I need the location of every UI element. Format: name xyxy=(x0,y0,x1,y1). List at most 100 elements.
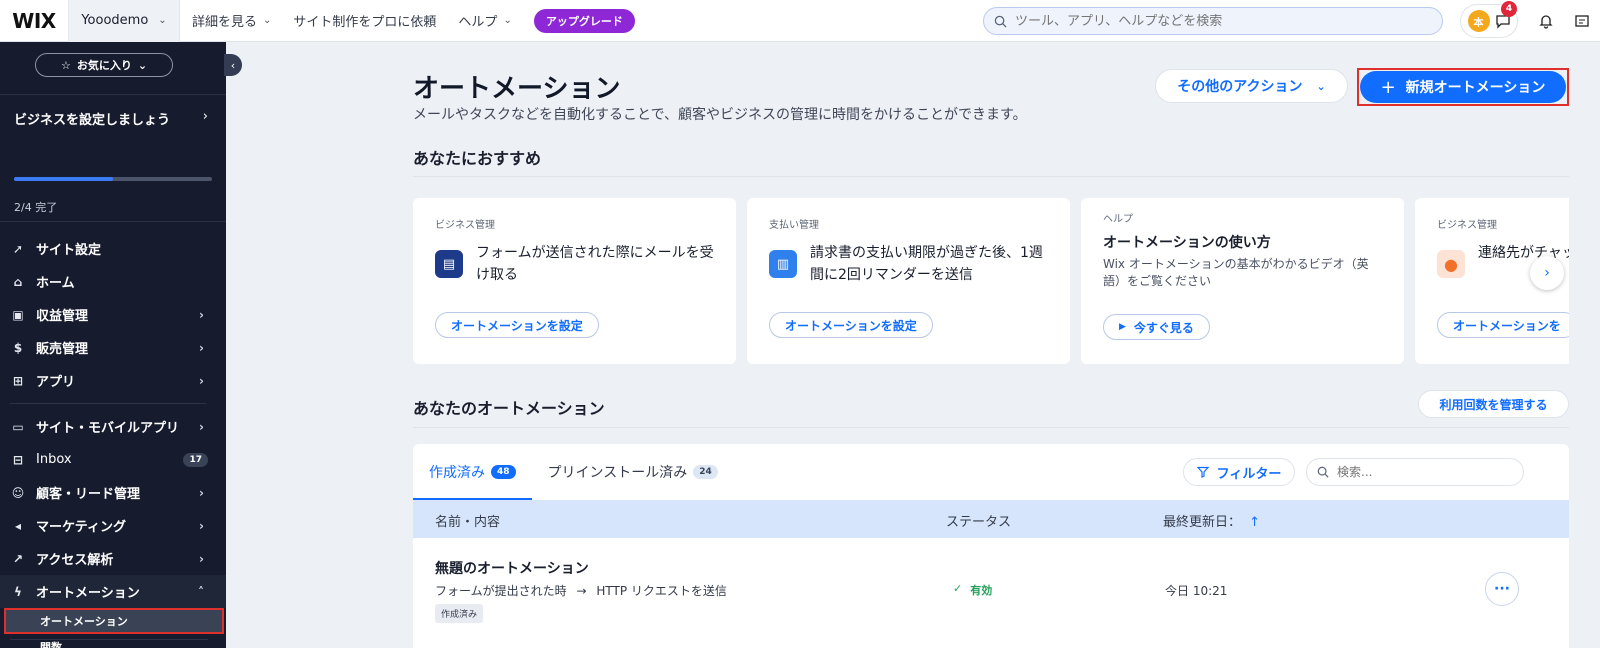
chevron-right-icon: › xyxy=(199,419,204,434)
sidebar-item-analytics[interactable]: ↗ アクセス解析 › xyxy=(0,542,226,575)
chevron-right-icon: › xyxy=(1544,265,1550,281)
bell-icon[interactable] xyxy=(1528,3,1564,39)
contacts-icon: ☺ xyxy=(11,485,25,500)
sidebar-item-contacts[interactable]: ☺ 顧客・リード管理 › xyxy=(0,476,226,509)
table-search[interactable] xyxy=(1306,458,1524,486)
new-automation-highlight: + 新規オートメーション xyxy=(1357,68,1569,106)
filter-label: フィルター xyxy=(1216,466,1282,482)
section-divider xyxy=(413,176,1569,177)
rocket-icon: ➚ xyxy=(12,241,24,256)
setup-automation-button[interactable]: オートメーションを設定 xyxy=(435,312,599,338)
card-category: ビジネス管理 xyxy=(435,220,495,231)
plus-icon: + xyxy=(1380,76,1396,98)
sidebar-subitem-automations[interactable]: オートメーション xyxy=(4,608,224,634)
chevron-right-icon: › xyxy=(199,485,204,500)
sidebar-divider xyxy=(10,639,208,640)
watch-now-label: 今すぐ見る xyxy=(1133,320,1194,335)
tab-preinstalled[interactable]: プリインストール済み 24 xyxy=(532,444,734,500)
setup-automation-button[interactable]: オートメーションを設定 xyxy=(769,312,933,338)
column-header-name: 名前・内容 xyxy=(435,515,501,530)
setup-title: ビジネスを設定しましょう xyxy=(14,113,171,128)
automation-status: ✓ 有効 xyxy=(953,582,992,598)
more-actions-button[interactable]: ··· xyxy=(1485,572,1519,606)
chevron-right-icon: › xyxy=(199,551,204,566)
favorites-button[interactable]: ☆ お気に入り ⌄ xyxy=(35,53,173,77)
sort-ascending-icon: ↑ xyxy=(1249,515,1261,530)
top-nav-explore[interactable]: 詳細を見る ⌄ xyxy=(192,11,271,30)
setup-automation-button[interactable]: オートメーションを xyxy=(1437,312,1569,338)
automation-icon: ϟ xyxy=(14,584,22,599)
tab-label: プリインストール済み xyxy=(547,465,688,481)
site-switcher[interactable]: Yooodemo ⌄ xyxy=(68,0,180,42)
sidebar-item-site-mobile[interactable]: ▭ サイト・モバイルアプリ › xyxy=(0,410,226,443)
wix-logo[interactable]: WIX xyxy=(0,0,68,42)
card-description: Wix オートメーションの基本がわかるビデオ（英語）をご覧ください xyxy=(1103,257,1369,288)
sidebar-item-label: 顧客・リード管理 xyxy=(36,487,141,502)
other-actions-label: その他のアクション xyxy=(1177,79,1303,95)
column-header-status: ステータス xyxy=(946,515,1012,530)
avatar[interactable]: 本 xyxy=(1467,10,1490,32)
other-actions-button[interactable]: その他のアクション ⌄ xyxy=(1155,69,1348,103)
watch-now-button[interactable]: ▶ 今すぐ見る xyxy=(1103,314,1210,340)
home-icon: ⌂ xyxy=(13,274,23,289)
notification-badge: 4 xyxy=(1501,1,1517,17)
manage-usage-button[interactable]: 利用回数を管理する xyxy=(1418,390,1569,418)
filter-icon xyxy=(1196,466,1209,478)
global-search[interactable] xyxy=(983,7,1443,35)
sidebar-subitem-functions[interactable]: 関数 xyxy=(0,634,226,648)
filter-button[interactable]: フィルター xyxy=(1183,458,1295,486)
column-header-updated[interactable]: 最終更新日： ↑ xyxy=(1163,511,1260,530)
megaphone-icon: ◂ xyxy=(14,518,22,533)
carousel-next-button[interactable]: › xyxy=(1530,256,1564,290)
table-row[interactable]: 無題のオートメーション フォームが提出された時 → HTTP リクエストを送信 … xyxy=(413,538,1569,648)
top-nav-help[interactable]: ヘルプ ⌄ xyxy=(458,11,511,30)
tab-count-badge: 24 xyxy=(693,465,718,479)
sidebar: ☆ お気に入り ⌄ ビジネスを設定しましょう › 2/4 完了 ➚ サイト設定 ⌂… xyxy=(0,42,226,648)
sidebar-item-site-settings[interactable]: ➚ サイト設定 xyxy=(0,232,226,265)
new-automation-label: 新規オートメーション xyxy=(1405,80,1546,96)
main-content: オートメーション メールやタスクなどを自動化することで、顧客やビジネスの管理に時… xyxy=(226,42,1600,648)
upgrade-button[interactable]: アップグレード xyxy=(533,8,635,33)
sidebar-item-home[interactable]: ⌂ ホーム xyxy=(0,265,226,298)
automation-summary: フォームが提出された時 → HTTP リクエストを送信 xyxy=(435,582,727,599)
sidebar-item-label: サイト・モバイルアプリ xyxy=(36,421,180,436)
global-search-input[interactable] xyxy=(1015,13,1415,29)
your-automations-heading: あなたのオートメーション xyxy=(413,399,605,418)
arrow-right-icon: → xyxy=(576,584,587,598)
help-card: ヘルプ オートメーションの使い方 Wix オートメーションの基本がわかるビデオ（… xyxy=(1081,198,1404,364)
setup-progress-bar xyxy=(14,177,212,181)
star-icon: ☆ xyxy=(60,58,71,72)
new-automation-button[interactable]: + 新規オートメーション xyxy=(1360,71,1566,103)
profile-card-icon[interactable] xyxy=(1564,3,1600,39)
card-category: ビジネス管理 xyxy=(1437,220,1497,231)
chevron-up-icon: ˄ xyxy=(198,584,204,599)
table-search-input[interactable] xyxy=(1337,465,1507,479)
card-category: 支払い管理 xyxy=(769,220,819,231)
chevron-right-icon: › xyxy=(199,373,204,388)
people-icon: ● xyxy=(1437,250,1465,278)
sidebar-item-label: Inbox xyxy=(36,452,72,467)
account-pill[interactable]: 本 4 xyxy=(1460,1,1518,38)
sidebar-item-apps[interactable]: ⊞ アプリ › xyxy=(0,364,226,397)
favorites-label: お気に入り xyxy=(76,59,132,72)
top-nav: 詳細を見る ⌄ サイト制作をプロに依頼 ヘルプ ⌄ アップグレード xyxy=(192,8,635,33)
sidebar-item-automation[interactable]: ϟ オートメーション ˄ xyxy=(0,575,226,608)
tab-created[interactable]: 作成済み 48 xyxy=(413,444,532,500)
card-title: オートメーションの使い方 xyxy=(1103,235,1271,251)
invoice-icon: ▥ xyxy=(769,250,797,278)
sidebar-item-marketing[interactable]: ◂ マーケティング › xyxy=(0,509,226,542)
card-text: 請求書の支払い期限が過ぎた後、1週間に2回リマンダーを送信 xyxy=(810,245,1043,283)
sidebar-item-revenue[interactable]: ▣ 収益管理 › xyxy=(0,298,226,331)
recommendation-card: 支払い管理 ▥ 請求書の支払い期限が過ぎた後、1週間に2回リマンダーを送信 オー… xyxy=(747,198,1070,364)
automation-tabs: 作成済み 48 プリインストール済み 24 xyxy=(413,444,734,500)
sidebar-item-sales[interactable]: $ 販売管理 › xyxy=(0,331,226,364)
more-icon: ··· xyxy=(1494,581,1510,597)
recommendation-carousel: ビジネス管理 ▤ フォームが送信された際にメールを受け取る オートメーションを設… xyxy=(413,198,1569,364)
top-nav-hire-pro-label: サイト制作をプロに依頼 xyxy=(293,15,437,30)
table-header: 名前・内容 ステータス 最終更新日： ↑ xyxy=(413,500,1569,538)
chevron-right-icon: › xyxy=(199,518,204,533)
setup-progress-card[interactable]: ビジネスを設定しましょう › 2/4 完了 xyxy=(0,94,226,222)
chevron-down-icon: ⌄ xyxy=(137,58,148,72)
sidebar-item-inbox[interactable]: ⊟ Inbox 17 xyxy=(0,443,226,476)
top-nav-hire-pro[interactable]: サイト制作をプロに依頼 xyxy=(293,11,436,30)
